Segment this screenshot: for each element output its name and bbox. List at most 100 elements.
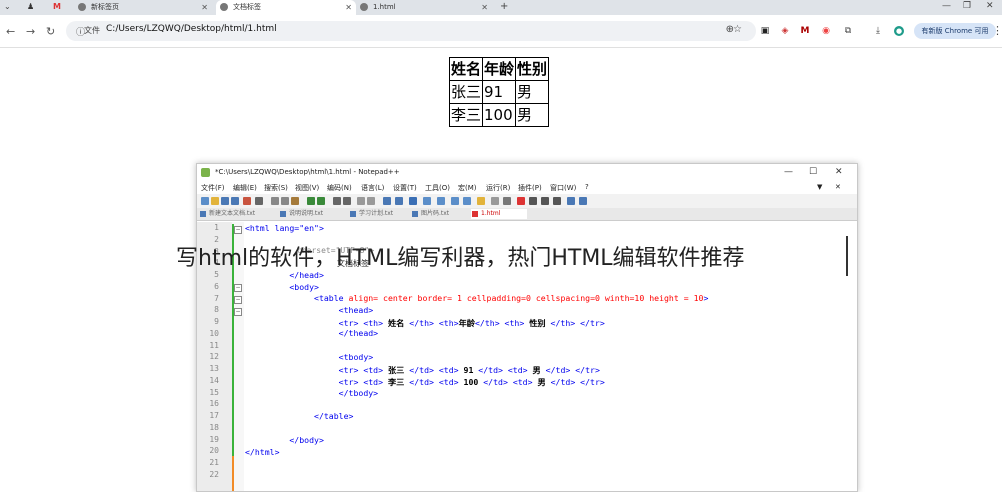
code-line: <thead> — [245, 305, 374, 315]
extension-icon[interactable]: ◉ — [821, 26, 831, 36]
undo-icon — [307, 197, 315, 205]
code-content: 年龄 — [458, 318, 475, 328]
extension-icon[interactable]: ◈ — [780, 26, 790, 36]
restore-icon[interactable]: ❐ — [963, 1, 971, 11]
minimize-icon[interactable]: — — [942, 1, 951, 11]
code-text: </td> <td> — [473, 365, 533, 375]
code-content: 100 — [463, 377, 479, 387]
notepad-screenshot: *C:\Users\LZQWQ\Desktop\html\1.html - No… — [196, 163, 858, 492]
doc-map-icon — [451, 197, 459, 205]
screenshot-title: *C:\Users\LZQWQ\Desktop\html\1.html - No… — [215, 168, 400, 176]
update-chrome-button[interactable]: 有新版 Chrome 可用 — [914, 23, 996, 39]
code-text: </td> </tr> — [545, 377, 605, 387]
code-line: <tr> <td> 李三 </td> <td> 100 </td> <td> 男… — [245, 376, 605, 388]
pinned-tab-icon[interactable]: ♟ — [27, 2, 34, 11]
address-url[interactable]: C:/Users/LZQWQ/Desktop/html/1.html — [106, 24, 277, 34]
line-number: 21 — [209, 458, 219, 467]
lang-icon — [437, 197, 445, 205]
tab-label: 1.html — [373, 3, 396, 11]
extensions-puzzle-icon[interactable]: ⧉ — [843, 26, 853, 36]
table-cell: 100 — [482, 103, 517, 127]
fold-toggle-icon: − — [234, 226, 242, 234]
line-number: 17 — [209, 411, 219, 420]
menu-item: 文件(F) — [201, 184, 225, 192]
close-icon[interactable]: ✕ — [201, 0, 208, 15]
save-macro-icon — [567, 197, 575, 205]
close-icon[interactable]: ✕ — [481, 0, 488, 15]
code-content: 男 — [532, 365, 541, 375]
browser-toolbar: ← → ↻ ⓘ 文件 C:/Users/LZQWQ/Desktop/html/1… — [0, 15, 1002, 48]
fold-toggle-icon: − — [234, 308, 242, 316]
minimize-icon: — — [784, 167, 793, 177]
table-header-row: 姓名 年龄 性别 — [448, 57, 550, 81]
file-tab: 图片码.txt — [411, 209, 449, 219]
menu-item: ? — [585, 183, 589, 191]
bookmark-star-icon[interactable]: ☆ — [733, 24, 742, 35]
code-text: <tr> <th> — [338, 318, 388, 328]
tab-document[interactable]: 文档标签 ✕ — [216, 0, 356, 15]
menu-item: 设置(T) — [393, 184, 417, 192]
fold-toggle-icon: − — [234, 296, 242, 304]
table-header-cell: 姓名 — [448, 57, 484, 81]
text-caret — [846, 236, 848, 276]
new-tab-button[interactable]: + — [500, 1, 508, 12]
code-line: </table> — [245, 411, 353, 421]
more-menu-icon[interactable]: ⋮ — [992, 24, 1002, 37]
file-tab-active: 1.html — [471, 209, 527, 219]
play-icon — [541, 197, 549, 205]
close-icon[interactable]: ✕ — [345, 0, 352, 15]
line-number: 11 — [209, 340, 219, 350]
code-content: 性别 — [529, 318, 546, 328]
notepad-app-icon — [201, 168, 210, 177]
back-icon[interactable]: ← — [6, 25, 15, 38]
globe-icon — [220, 3, 228, 11]
code-text: <tbody> — [338, 352, 374, 362]
line-number: 22 — [209, 469, 219, 479]
new-file-icon — [201, 197, 209, 205]
zoom-out-icon — [367, 197, 375, 205]
line-number: 6 — [214, 281, 219, 291]
table-header-cell: 性别 — [515, 57, 550, 81]
code-line: <html lang="en"> — [245, 223, 324, 233]
copy-icon — [281, 197, 289, 205]
forward-icon[interactable]: → — [26, 25, 35, 38]
chrome-icon — [78, 3, 86, 11]
tab-1-html[interactable]: 1.html ✕ — [360, 0, 492, 15]
code-line: </thead> — [245, 328, 378, 338]
menu-item: 视图(V) — [295, 184, 320, 192]
menu-item: 运行(R) — [486, 184, 511, 192]
tab-label: 文档标签 — [233, 3, 261, 11]
result-table: 姓名 年龄 性别 张三 91 男 李三 100 男 — [448, 57, 550, 127]
code-content: 姓名 — [387, 318, 405, 328]
extension-icon[interactable]: ▣ — [760, 26, 770, 36]
tab-search-icon[interactable]: ⌄ — [4, 2, 11, 11]
line-number: 8 — [214, 305, 219, 315]
reload-icon[interactable]: ↻ — [46, 25, 55, 38]
code-line: </tbody> — [245, 388, 378, 398]
line-number: 19 — [209, 434, 219, 444]
download-icon[interactable]: ⤓ — [873, 26, 883, 36]
tab-new-tab[interactable]: 新标签页 ✕ — [78, 0, 212, 15]
table-cell: 男 — [515, 80, 550, 104]
table-row: 张三 91 男 — [448, 80, 550, 104]
avatar[interactable]: ● — [894, 26, 904, 36]
close-doc-icon: ✕ — [835, 183, 841, 191]
code-text: </td> <td> — [404, 365, 464, 375]
print-icon — [255, 197, 263, 205]
change-history-modified — [232, 456, 234, 491]
line-number: 14 — [209, 375, 219, 385]
address-bar[interactable]: ⓘ 文件 C:/Users/LZQWQ/Desktop/html/1.html … — [66, 21, 756, 41]
globe-icon — [360, 3, 368, 11]
close-window-icon[interactable]: ✕ — [986, 1, 994, 11]
gmail-tab-icon[interactable]: M — [53, 2, 61, 11]
indent-guide-icon — [423, 197, 431, 205]
line-number: 9 — [214, 317, 219, 326]
spell-icon — [579, 197, 587, 205]
extension-icon[interactable]: M — [800, 26, 810, 36]
line-number: 12 — [209, 352, 219, 362]
code-text: </html> — [245, 447, 280, 457]
tab-list-icon: ▼ — [817, 183, 823, 191]
table-cell: 李三 — [448, 103, 484, 127]
code-text: <thead> — [338, 305, 374, 315]
code-line: </html> — [245, 447, 280, 457]
